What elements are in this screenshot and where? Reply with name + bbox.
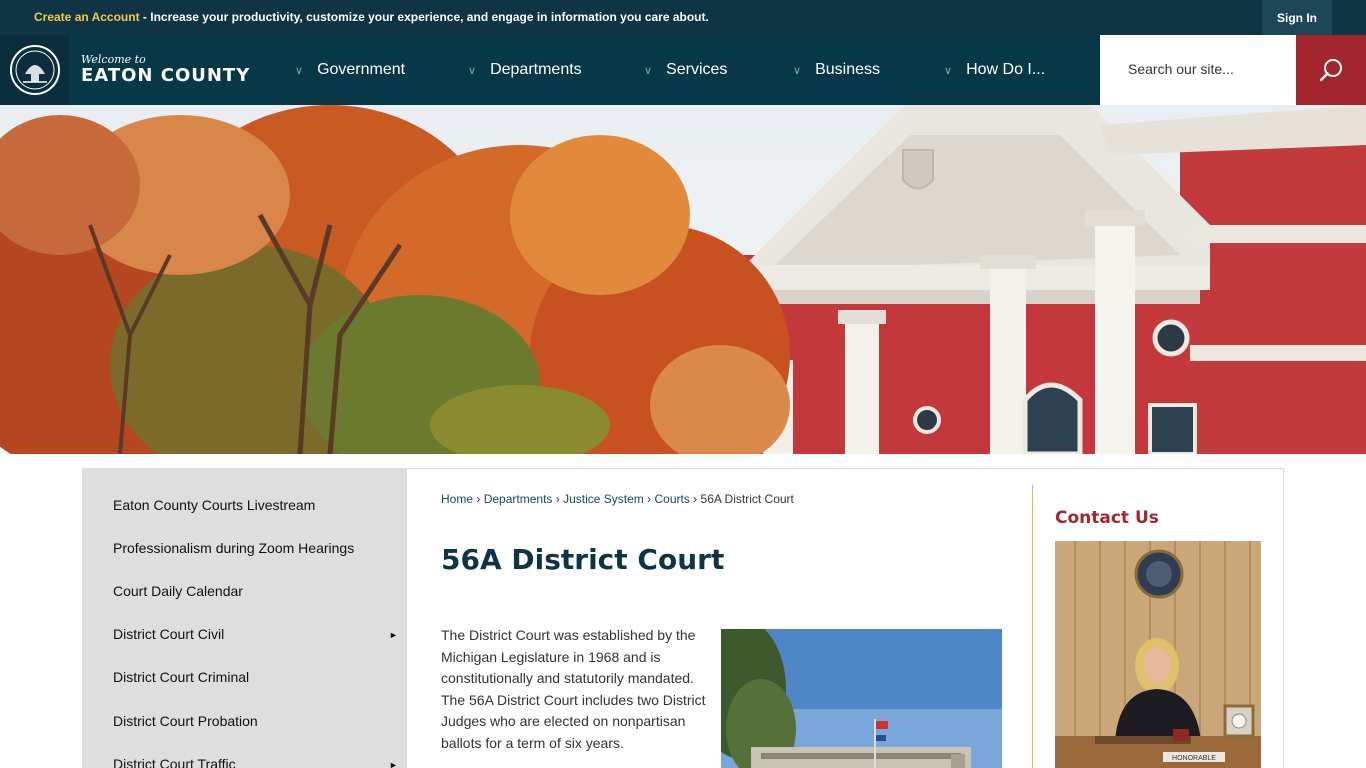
breadcrumb: Home › Departments › Justice System › Co… xyxy=(441,492,794,506)
judge-photo: HONORABLE xyxy=(1055,541,1261,768)
column-divider xyxy=(1032,485,1033,768)
breadcrumb-home[interactable]: Home xyxy=(441,492,473,506)
breadcrumb-separator: › xyxy=(476,492,481,506)
breadcrumb-separator: › xyxy=(555,492,560,506)
nav-label: Business xyxy=(815,61,880,78)
nav-label: Services xyxy=(666,61,728,78)
nav-how-do-i[interactable]: ∨ How Do I... xyxy=(944,35,1045,105)
search-button[interactable] xyxy=(1296,35,1366,105)
chevron-down-icon: ∨ xyxy=(468,64,477,77)
sidebar-item-zoom-hearings[interactable]: Professionalism during Zoom Hearings xyxy=(113,540,403,556)
submenu-arrow-icon[interactable]: ► xyxy=(389,760,398,768)
breadcrumb-justice-system[interactable]: Justice System xyxy=(563,492,644,506)
page-title: 56A District Court xyxy=(441,543,725,576)
site-header: Welcome to EATON COUNTY ∨ Government ∨ D… xyxy=(0,35,1366,105)
chevron-down-icon: ∨ xyxy=(644,64,653,77)
create-account-link[interactable]: Create an Account xyxy=(34,10,140,24)
chevron-down-icon: ∨ xyxy=(295,64,304,77)
nav-services[interactable]: ∨ Services xyxy=(644,35,727,105)
seal-icon xyxy=(10,45,60,95)
sidebar-item-probation[interactable]: District Court Probation xyxy=(113,713,403,729)
search-box xyxy=(1100,35,1298,105)
court-building-image xyxy=(721,629,1002,768)
sidebar-item-criminal[interactable]: District Court Criminal xyxy=(113,669,403,685)
nav-government[interactable]: ∨ Government xyxy=(295,35,405,105)
courthouse-autumn-photo xyxy=(0,105,1366,454)
intro-paragraph: The District Court was established by th… xyxy=(441,627,706,751)
search-icon xyxy=(1319,59,1342,82)
breadcrumb-separator: › xyxy=(693,492,698,506)
nav-label: Departments xyxy=(490,61,582,78)
nav-business[interactable]: ∨ Business xyxy=(793,35,880,105)
sidebar-item-traffic[interactable]: District Court Traffic xyxy=(113,756,403,768)
breadcrumb-departments[interactable]: Departments xyxy=(484,492,553,506)
hero-banner-image xyxy=(0,105,1366,454)
search-input[interactable] xyxy=(1128,61,1298,77)
chevron-down-icon: ∨ xyxy=(793,64,802,77)
logo-county-name: EATON COUNTY xyxy=(81,65,251,86)
contact-us-heading: Contact Us xyxy=(1055,508,1159,528)
breadcrumb-courts[interactable]: Courts xyxy=(654,492,689,506)
nav-label: Government xyxy=(317,61,406,78)
sidebar-item-civil[interactable]: District Court Civil xyxy=(113,626,403,642)
district-court-building-photo xyxy=(721,629,1002,768)
promo-text: - Increase your productivity, customize … xyxy=(139,10,709,24)
chevron-down-icon: ∨ xyxy=(944,64,953,77)
account-promo: Create an Account - Increase your produc… xyxy=(34,10,709,24)
judge-portrait-image: HONORABLE xyxy=(1055,541,1261,768)
county-seal-logo[interactable] xyxy=(0,35,70,105)
breadcrumb-current: 56A District Court xyxy=(700,492,794,506)
site-logo[interactable]: Welcome to EATON COUNTY xyxy=(81,53,250,86)
breadcrumb-separator: › xyxy=(647,492,652,506)
sidebar-item-livestream[interactable]: Eaton County Courts Livestream xyxy=(113,497,403,513)
submenu-arrow-icon[interactable]: ► xyxy=(389,630,398,640)
nav-departments[interactable]: ∨ Departments xyxy=(468,35,582,105)
judge-nameplate-text: HONORABLE xyxy=(1172,755,1216,762)
sign-in-button[interactable]: Sign In xyxy=(1262,0,1332,35)
sidebar-nav: Eaton County Courts Livestream Professio… xyxy=(82,468,407,768)
nav-label: How Do I... xyxy=(966,61,1046,78)
sidebar-item-daily-calendar[interactable]: Court Daily Calendar xyxy=(113,583,403,599)
utility-bar: Create an Account - Increase your produc… xyxy=(0,0,1366,35)
